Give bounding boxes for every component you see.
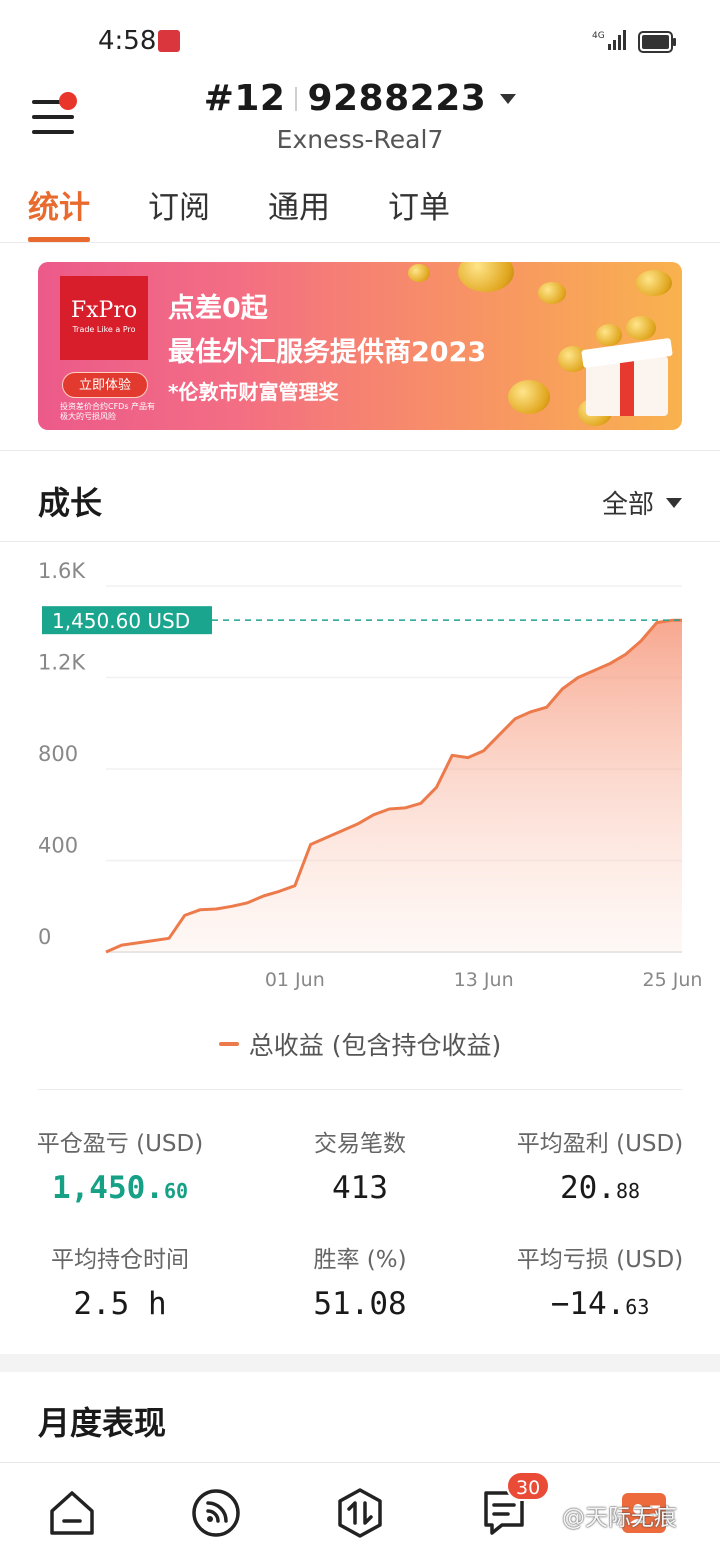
home-icon (50, 1491, 94, 1535)
status-bar: 4:58 4G (0, 0, 720, 80)
banner-award: *伦敦市财富管理奖 (168, 380, 339, 404)
tab-orders[interactable]: 订单 (388, 182, 450, 242)
stat-value: 1,450.60 (51, 1170, 189, 1206)
stat-avg-profit: 平均盈利 (USD) 20.88 (480, 1124, 720, 1206)
y-tick-label: 1.6K (38, 560, 86, 583)
period-filter-label: 全部 (601, 490, 654, 520)
stat-value: 20.88 (559, 1170, 641, 1206)
stat-closed-pnl: 平仓盈亏 (USD) 1,450.60 (0, 1124, 240, 1206)
x-tick-label: 13 Jun (454, 969, 514, 991)
period-filter-dropdown[interactable]: 全部 (602, 484, 682, 521)
banner-headline: 点差0起 (168, 293, 268, 324)
legend-label: 总收益 (包含持仓收益) (248, 1031, 502, 1060)
stat-value: 413 (332, 1170, 388, 1206)
x-tick-label: 01 Jun (265, 969, 325, 991)
current-value-label: 1,450.60 USD (52, 609, 190, 633)
tab-general[interactable]: 通用 (268, 182, 330, 242)
stat-avg-loss: 平均亏损 (USD) −14.63 (480, 1240, 720, 1322)
notification-icon (158, 30, 180, 52)
signal-icon: 4G (592, 30, 626, 50)
nav-messages[interactable]: 30 (476, 1471, 551, 1541)
nav-trade[interactable] (332, 1485, 388, 1541)
svg-text:4G: 4G (592, 31, 605, 41)
y-tick-label: 1.2K (38, 651, 86, 675)
section-gap (0, 1354, 720, 1372)
coin-decoration (458, 262, 514, 292)
tabs-divider (0, 242, 720, 243)
account-separator (295, 86, 298, 111)
stat-label: 交易笔数 (314, 1131, 406, 1157)
section-divider (0, 450, 720, 451)
stat-avg-hold-time: 平均持仓时间 2.5 h (0, 1240, 240, 1322)
y-tick-label: 0 (38, 925, 51, 949)
nav-home[interactable] (44, 1485, 100, 1541)
watermark: @天际无痕 (562, 1505, 677, 1531)
status-time: 4:58 (98, 26, 157, 56)
growth-title: 成长 (38, 484, 103, 522)
stat-value: −14.63 (550, 1286, 650, 1322)
stat-win-rate: 胜率 (%) 51.08 (240, 1240, 480, 1322)
stat-label: 胜率 (%) (313, 1247, 407, 1273)
account-prefix: #12 (203, 78, 286, 119)
account-selector[interactable]: #12 9288223 Exness-Real7 (0, 78, 720, 154)
stat-value: 2.5 h (73, 1286, 167, 1322)
y-tick-label: 400 (38, 834, 78, 858)
chevron-down-icon (666, 497, 682, 508)
battery-icon (638, 31, 676, 53)
unread-badge: 30 (506, 1471, 551, 1501)
legend-divider (38, 1089, 682, 1090)
stat-label: 平仓盈亏 (USD) (36, 1131, 204, 1157)
growth-chart: 1,450.60 USD 1.6K 1.2K 800 400 0 01 Jun 13 Jun… (38, 560, 703, 991)
growth-divider (0, 541, 720, 542)
account-number: 9288223 (307, 78, 487, 119)
chart-legend: 总收益 (包含持仓收益) (0, 1026, 720, 1062)
banner-subheadline: 最佳外汇服务提供商2023 (168, 337, 487, 368)
chevron-down-icon[interactable] (500, 93, 517, 104)
monthly-performance-title: 月度表现 (38, 1404, 167, 1442)
nav-signals[interactable] (188, 1485, 244, 1541)
stat-value: 51.08 (313, 1286, 407, 1322)
y-tick-label: 800 (38, 742, 78, 766)
legend-swatch (218, 1042, 239, 1046)
try-now-button[interactable]: 立即体验 (62, 372, 148, 398)
fxpro-logo: FxPro Trade Like a Pro (60, 276, 148, 360)
tab-bar: 统计 订阅 通用 订单 (28, 182, 508, 242)
stat-label: 平均持仓时间 (51, 1247, 189, 1273)
x-tick-label: 25 Jun (643, 969, 703, 991)
account-server: Exness-Real7 (276, 125, 444, 154)
tab-stats[interactable]: 统计 (28, 182, 90, 242)
trade-icon (338, 1488, 382, 1538)
stat-label: 平均盈利 (USD) (516, 1131, 684, 1157)
promo-banner[interactable]: FxPro Trade Like a Pro 立即体验 投资差价合约CFDs 产… (38, 262, 682, 430)
tab-subscribe[interactable]: 订阅 (148, 182, 210, 242)
stat-trade-count: 交易笔数 413 (240, 1124, 480, 1206)
gift-box-image (581, 316, 673, 416)
signal-feed-icon (192, 1489, 240, 1537)
stat-label: 平均亏损 (USD) (516, 1247, 684, 1273)
risk-disclaimer: 投资差价合约CFDs 产品有极大的亏损风险 (60, 402, 156, 421)
